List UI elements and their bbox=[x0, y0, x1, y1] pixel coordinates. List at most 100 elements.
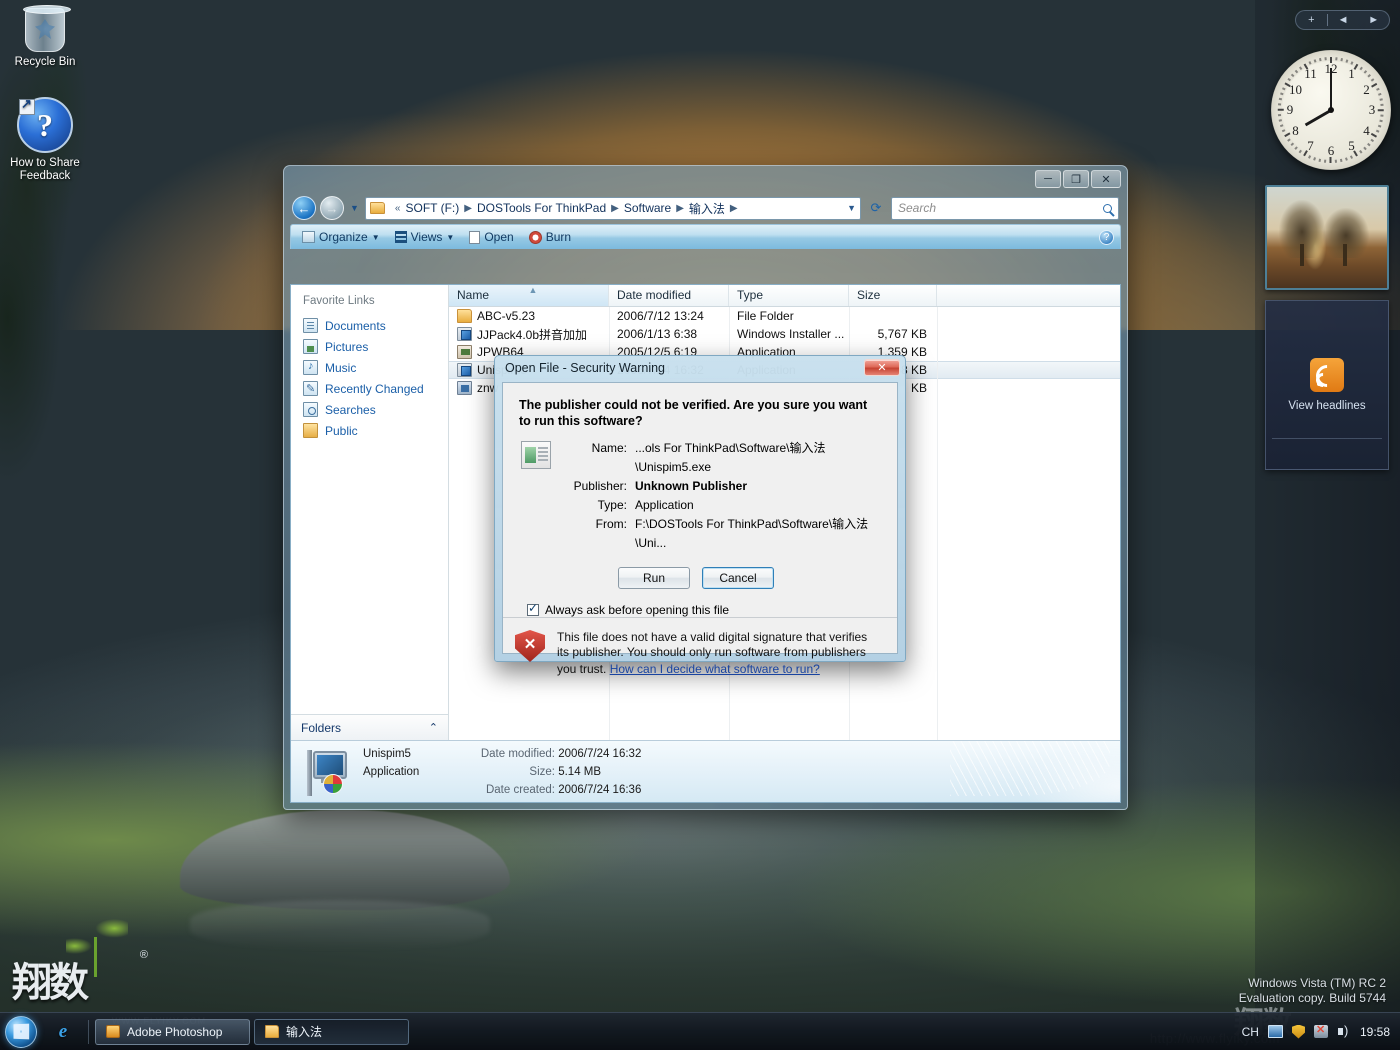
sidebar-item-label: Pictures bbox=[325, 339, 369, 354]
breadcrumb-item-1[interactable]: DOSTools For ThinkPad bbox=[477, 201, 606, 215]
burn-label: Burn bbox=[545, 230, 572, 244]
column-header-type[interactable]: Type bbox=[729, 285, 849, 306]
file-size-cell: 5,767 KB bbox=[877, 327, 927, 341]
monitor-icon[interactable] bbox=[1267, 1025, 1283, 1038]
volume-icon[interactable] bbox=[1337, 1023, 1351, 1038]
chevron-down-icon[interactable]: ▼ bbox=[350, 203, 359, 213]
column-header-label: Size bbox=[857, 288, 881, 302]
sidebar-next-button[interactable]: ► bbox=[1358, 14, 1389, 26]
public-folder-icon bbox=[303, 423, 318, 438]
column-header-date-modified[interactable]: Date modified bbox=[609, 285, 729, 306]
taskbar-button-input-method[interactable]: 输入法 bbox=[254, 1018, 409, 1045]
breadcrumb-item-0[interactable]: SOFT (F:) bbox=[405, 201, 459, 215]
network-disconnected-icon[interactable] bbox=[1313, 1023, 1328, 1038]
column-header-name[interactable]: ▲ Name bbox=[449, 285, 609, 306]
refresh-icon[interactable]: ⟳ bbox=[865, 197, 887, 220]
close-button[interactable]: ✕ bbox=[1091, 170, 1121, 188]
window-controls[interactable]: ─ ❐ ✕ bbox=[1035, 170, 1121, 188]
views-button[interactable]: Views ▼ bbox=[389, 228, 461, 246]
search-input[interactable]: Search bbox=[891, 196, 1119, 220]
folders-pane-toggle[interactable]: Folders ⌃ bbox=[291, 714, 448, 740]
table-row[interactable]: ABC-v5.23 2006/7/12 13:24 File Folder bbox=[449, 307, 1120, 325]
clock-number: 8 bbox=[1292, 122, 1299, 138]
maximize-button[interactable]: ❐ bbox=[1063, 170, 1089, 188]
run-button[interactable]: Run bbox=[618, 567, 690, 589]
security-warning-dialog[interactable]: Open File - Security Warning ✕ The publi… bbox=[494, 355, 906, 676]
window-titlebar[interactable]: ─ ❐ ✕ bbox=[284, 166, 1127, 192]
table-row[interactable]: JJPack4.0b拼音加加 2006/1/13 6:38 Windows In… bbox=[449, 325, 1120, 343]
sidebar-item-searches[interactable]: Searches bbox=[299, 399, 448, 420]
windows-flag-icon bbox=[13, 1023, 30, 1039]
clock-gadget[interactable]: 121234567891011 bbox=[1271, 50, 1391, 170]
quicklaunch-internet-explorer[interactable]: e bbox=[52, 1021, 74, 1043]
folders-label: Folders bbox=[301, 720, 342, 735]
address-breadcrumb-bar[interactable]: « SOFT (F:) ▶ DOSTools For ThinkPad ▶ So… bbox=[364, 196, 861, 220]
navigation-bar[interactable]: ← → ▼ « SOFT (F:) ▶ DOSTools For ThinkPa… bbox=[284, 192, 1127, 224]
breadcrumb-item-3[interactable]: 输入法 bbox=[689, 200, 725, 217]
sidebar-controls[interactable]: + ◄ ► bbox=[1295, 10, 1390, 30]
dialog-footer: This file does not have a valid digital … bbox=[503, 617, 897, 687]
photo-trunk-right bbox=[1343, 244, 1347, 266]
details-date-modified-value: 2006/7/24 16:32 bbox=[558, 747, 642, 760]
chevron-down-icon[interactable]: ▼ bbox=[839, 203, 856, 213]
taskbar-button-adobe-photoshop[interactable]: Adobe Photoshop bbox=[95, 1018, 250, 1045]
sidebar-item-documents[interactable]: Documents bbox=[299, 315, 448, 336]
column-header-size[interactable]: Size bbox=[849, 285, 937, 306]
clock-number: 2 bbox=[1363, 81, 1370, 97]
burn-button[interactable]: Burn bbox=[523, 228, 577, 246]
clock-number: 9 bbox=[1286, 102, 1294, 117]
back-arrow-icon[interactable]: ← bbox=[292, 196, 316, 220]
minimize-button[interactable]: ─ bbox=[1035, 170, 1061, 188]
sidebar-item-label: Public bbox=[325, 423, 358, 438]
sprout-stem bbox=[94, 937, 97, 977]
always-ask-checkbox[interactable] bbox=[527, 601, 539, 616]
feed-headlines-gadget[interactable]: View headlines bbox=[1265, 300, 1389, 470]
sidebar-item-recently-changed[interactable]: Recently Changed bbox=[299, 378, 448, 399]
column-headers[interactable]: ▲ Name Date modified Type Size bbox=[449, 285, 1120, 307]
security-shield-icon[interactable] bbox=[1291, 1024, 1305, 1039]
help-icon[interactable]: ? bbox=[1099, 229, 1114, 245]
sidebar-item-music[interactable]: Music bbox=[299, 357, 448, 378]
clock-number: 7 bbox=[1307, 137, 1314, 153]
breadcrumb-item-2[interactable]: Software bbox=[624, 201, 671, 215]
how-to-decide-link[interactable]: How can I decide what software to run? bbox=[610, 662, 820, 677]
sidebar-item-public[interactable]: Public bbox=[299, 420, 448, 441]
taskbar-clock[interactable]: 19:58 bbox=[1360, 1025, 1390, 1039]
clock-number: 5 bbox=[1348, 137, 1355, 153]
forward-arrow-icon[interactable]: → bbox=[320, 196, 344, 220]
desktop-icon-recycle-bin[interactable]: Recycle Bin bbox=[0, 5, 90, 69]
sidebar-prev-button[interactable]: ◄ bbox=[1328, 14, 1359, 26]
system-tray[interactable]: CH 19:58 bbox=[1242, 1023, 1400, 1039]
sidebar-item-pictures[interactable]: Pictures bbox=[299, 336, 448, 357]
taskbar[interactable]: e Adobe Photoshop 输入法 CH 19:58 bbox=[0, 1012, 1400, 1050]
details-size-label: Size: bbox=[529, 765, 555, 778]
slideshow-gadget[interactable] bbox=[1265, 185, 1389, 290]
msi-icon bbox=[457, 327, 472, 341]
chevron-up-icon[interactable]: ⌃ bbox=[429, 721, 438, 734]
clock-number: 11 bbox=[1304, 66, 1317, 82]
breadcrumb-overflow[interactable]: « bbox=[395, 203, 401, 214]
open-button[interactable]: Open bbox=[463, 228, 519, 246]
start-button[interactable] bbox=[2, 1015, 48, 1049]
details-date-created-value: 2006/7/24 16:36 bbox=[558, 783, 642, 796]
column-header-label: Date modified bbox=[617, 288, 692, 302]
folder-icon bbox=[369, 202, 385, 214]
close-icon[interactable]: ✕ bbox=[864, 359, 900, 376]
language-indicator[interactable]: CH bbox=[1242, 1025, 1259, 1039]
sidebar-add-gadget-button[interactable]: + bbox=[1296, 14, 1327, 26]
rock-reflection bbox=[190, 900, 490, 950]
always-ask-checkbox-row[interactable]: Always ask before opening this file bbox=[527, 601, 881, 617]
open-file-icon bbox=[469, 230, 481, 244]
desktop-icon-how-to-share-feedback[interactable]: ? How to Share Feedback bbox=[0, 97, 95, 183]
file-preview-icon bbox=[301, 748, 353, 796]
documents-icon bbox=[303, 318, 318, 333]
cancel-button[interactable]: Cancel bbox=[702, 567, 774, 589]
details-file-type: Application bbox=[363, 765, 420, 778]
file-name-cell: JJPack4.0b拼音加加 bbox=[449, 326, 609, 343]
organize-button[interactable]: Organize ▼ bbox=[296, 228, 386, 246]
sidebar-item-label: Searches bbox=[325, 402, 376, 417]
sort-ascending-icon: ▲ bbox=[528, 285, 538, 295]
command-bar[interactable]: Organize ▼ Views ▼ Open Burn ? bbox=[290, 224, 1121, 249]
dialog-titlebar[interactable]: Open File - Security Warning ✕ bbox=[495, 356, 905, 380]
field-label-type: Type: bbox=[597, 498, 627, 512]
